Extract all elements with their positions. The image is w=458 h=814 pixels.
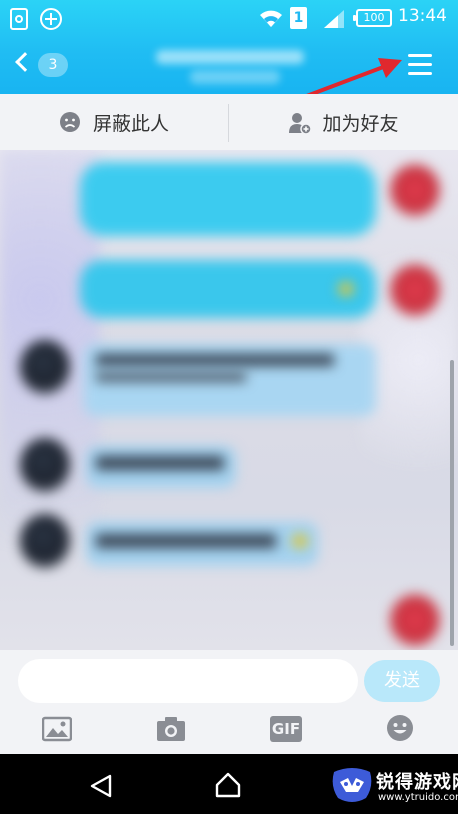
clock: 13:44 (398, 6, 447, 26)
nav-back-icon[interactable] (88, 774, 114, 798)
watermark: 锐得游戏网 www.ytruido.com (330, 758, 458, 814)
sim-card-icon: 1 (290, 7, 307, 29)
add-friend-button[interactable]: 加为好友 (229, 94, 458, 150)
camera-icon[interactable] (156, 716, 186, 742)
block-user-label: 屏蔽此人 (92, 112, 169, 135)
status-bar: 1 100 13:44 (0, 0, 458, 36)
add-friend-icon (288, 111, 313, 135)
back-icon (15, 52, 35, 72)
blurred-title-shape (156, 50, 304, 64)
blurred-text (96, 354, 334, 366)
avatar (20, 340, 70, 394)
menu-icon (408, 54, 432, 57)
avatar (20, 438, 70, 492)
watermark-url: www.ytruido.com (378, 792, 458, 803)
nav-home-icon[interactable] (214, 772, 242, 798)
avatar (390, 164, 440, 216)
menu-icon-line (408, 72, 432, 75)
block-user-button[interactable]: 屏蔽此人 (0, 94, 228, 150)
menu-button[interactable] (406, 52, 434, 78)
emoji-icon-in-message (338, 282, 354, 296)
chat-bubble-outgoing (80, 162, 376, 236)
chat-message-area[interactable] (0, 150, 458, 650)
chat-bubble-outgoing (80, 260, 376, 318)
battery-indicator: 100 (353, 9, 392, 27)
gif-label: GIF (271, 720, 301, 738)
avatar (20, 514, 70, 568)
back-button[interactable]: 3 (14, 49, 74, 81)
avatar (390, 594, 440, 646)
chat-title-blurred (150, 44, 310, 68)
watermark-brand: 锐得游戏网 (376, 772, 458, 793)
block-icon (59, 111, 81, 133)
send-button[interactable]: 发送 (364, 660, 440, 702)
watermark-logo-icon (332, 768, 372, 802)
blurred-text (96, 534, 276, 548)
avatar (390, 264, 440, 316)
action-divider (228, 104, 229, 142)
emoji-icon-in-message (292, 534, 308, 548)
blurred-text (96, 372, 246, 382)
unread-count-badge: 3 (38, 53, 68, 77)
gif-icon[interactable]: GIF (270, 716, 302, 742)
add-friend-label: 加为好友 (322, 112, 399, 135)
action-bar: 屏蔽此人 加为好友 (0, 94, 458, 151)
image-icon[interactable] (42, 716, 72, 742)
signal-icon (324, 10, 344, 28)
add-notification-icon (40, 8, 62, 30)
emoji-icon[interactable] (386, 714, 414, 742)
blurred-text (96, 456, 224, 470)
wifi-icon (260, 10, 282, 27)
screenshot-notification-icon (10, 8, 28, 30)
menu-icon-line (408, 63, 432, 66)
chat-scrollbar[interactable] (450, 360, 454, 646)
message-input[interactable] (18, 659, 358, 703)
chat-subtitle-blurred (190, 70, 280, 84)
